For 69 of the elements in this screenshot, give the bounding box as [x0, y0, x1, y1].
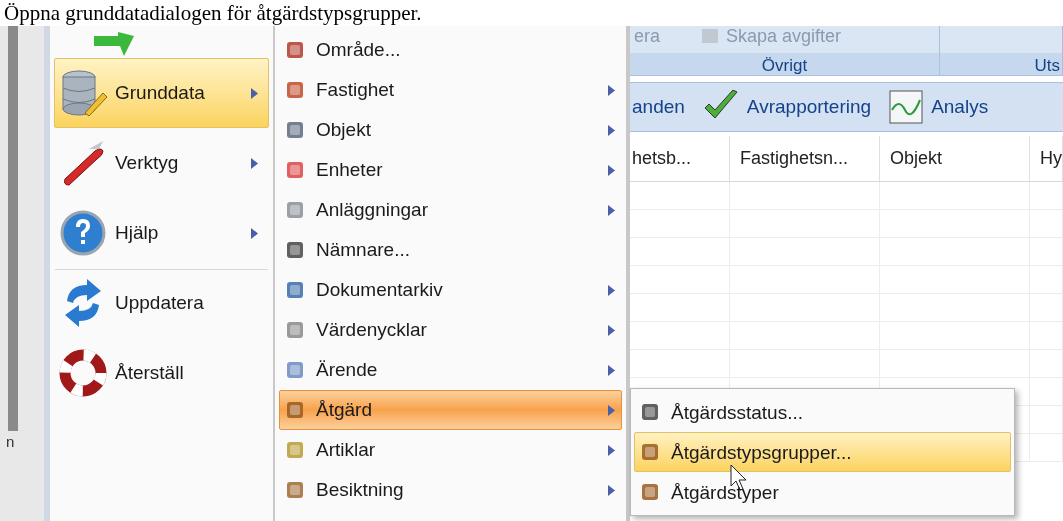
submenu-label: Åtgärdstyper — [671, 482, 779, 502]
submenu-arrow-icon — [251, 227, 258, 239]
submenu-arrow-icon — [608, 324, 615, 336]
caption: Öppna grunddatadialogen för åtgärdstypsgrupper. — [3, 0, 423, 26]
submenu-label: Åtgärd — [316, 397, 373, 422]
column-header[interactable]: hetsb... — [630, 136, 730, 181]
submenu-arrow-icon — [608, 84, 615, 96]
submenu-arrow-icon — [608, 204, 615, 216]
submenu-label: Enheter — [316, 157, 384, 182]
menu-label: Hjälp — [115, 220, 160, 245]
submenu-item[interactable]: Besiktning — [279, 470, 622, 510]
submenu-arrow-icon — [608, 284, 615, 296]
submenu-label: Ärende — [316, 357, 379, 382]
submenu-label: Anläggningar — [316, 197, 429, 222]
submenu-arrow-icon — [608, 444, 615, 456]
submenu-label: Åtgärdsstatus... — [671, 402, 803, 422]
database-pencil-icon — [59, 69, 107, 117]
submenu-label: Åtgärdstypsgrupper... — [671, 442, 852, 462]
menu-item[interactable]: Hjälp — [54, 198, 269, 268]
submenu-label: Artiklar — [316, 437, 377, 462]
group-label: Uts — [940, 53, 1062, 75]
chart-icon — [889, 90, 924, 124]
submenu-label: Område... — [316, 37, 402, 62]
menu-item[interactable]: Verktyg — [54, 128, 269, 198]
submenu-item[interactable]: Objekt — [279, 110, 622, 150]
submenu-item[interactable]: Värdenycklar — [279, 310, 622, 350]
submenu-item[interactable]: Enheter — [279, 150, 622, 190]
toolbar-button[interactable]: anden — [632, 92, 685, 122]
menu-item[interactable]: Återställ — [54, 338, 269, 408]
submenu-arrow-icon — [608, 164, 615, 176]
grid-cell — [1030, 182, 1063, 210]
menu-item[interactable]: Grunddata — [54, 58, 269, 128]
column-header[interactable]: Fastighetsn... — [730, 136, 880, 181]
help-icon — [59, 209, 107, 257]
submenu-item[interactable]: Åtgärd — [279, 390, 622, 430]
submenu-item[interactable]: Åtgärdstyper — [634, 472, 1011, 512]
submenu-label: Dokumentarkiv — [316, 277, 444, 302]
lifebuoy-icon — [59, 349, 107, 397]
submenu-item[interactable]: Åtgärdsstatus... — [634, 392, 1011, 432]
submenu-item[interactable]: Anläggningar — [279, 190, 622, 230]
submenu-item[interactable]: Artiklar — [279, 430, 622, 470]
submenu-label: Objekt — [316, 117, 372, 142]
submenu-item[interactable]: Område... — [279, 30, 622, 70]
submenu-item[interactable]: Fastighet — [279, 70, 622, 110]
submenu-item[interactable]: Dokumentarkiv — [279, 270, 622, 310]
submenu-label: Besiktning — [316, 477, 405, 502]
toolbar-button[interactable]: Avrapportering — [702, 90, 872, 124]
submenu-item[interactable]: Nämnare... — [279, 230, 622, 270]
arrow-icon — [94, 32, 134, 58]
submenu-arrow-icon — [608, 484, 615, 496]
submenu-item[interactable]: Ärende — [279, 350, 622, 390]
menu-label: Verktyg — [115, 150, 180, 175]
edge-text: n — [6, 432, 15, 452]
menu-label: Uppdatera — [115, 290, 205, 315]
submenu-arrow-icon — [608, 124, 615, 136]
toolbar-button[interactable]: Analys — [889, 90, 989, 124]
submenu-arrow-icon — [608, 404, 615, 416]
submenu-arrow-icon — [608, 364, 615, 376]
submenu-arrow-icon — [251, 157, 258, 169]
submenu-label: Nämnare... — [316, 237, 411, 262]
submenu-arrow-icon — [251, 87, 258, 99]
menu-item[interactable]: Uppdatera — [54, 268, 269, 338]
column-header[interactable]: Objekt — [880, 136, 1030, 181]
menu-label: Återställ — [115, 360, 185, 385]
group-label: Övrigt — [630, 53, 939, 75]
column-header[interactable]: Hy — [1030, 136, 1063, 181]
submenu-label: Fastighet — [316, 77, 396, 102]
menu-label: Grunddata — [115, 80, 206, 105]
submenu-label: Värdenycklar — [316, 317, 428, 342]
